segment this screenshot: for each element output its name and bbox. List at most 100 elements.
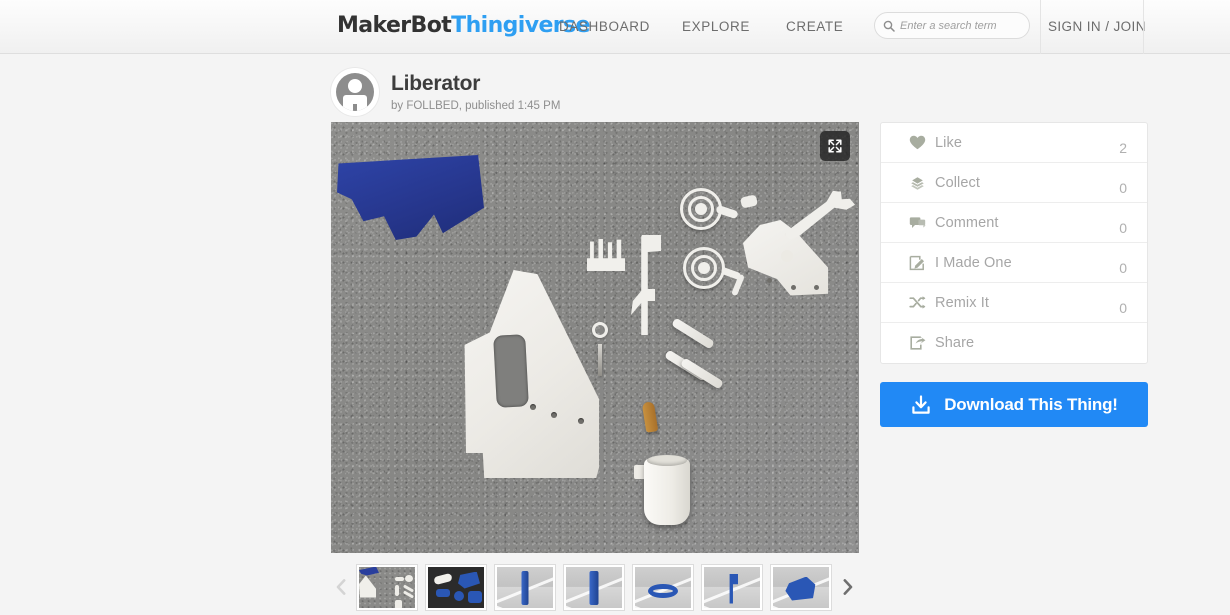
thing-actions-card: Like 2 Collect 0 Comment 0 I Made One 0 … xyxy=(880,122,1148,364)
gallery-prev-button[interactable] xyxy=(331,567,351,607)
thumb-blue-grip-shape xyxy=(359,566,379,576)
gallery-next-button[interactable] xyxy=(837,567,857,607)
action-remix-it[interactable]: Remix It 0 xyxy=(881,283,1147,323)
thumbnail-1[interactable] xyxy=(356,563,418,611)
action-like-label: Like xyxy=(935,134,962,151)
action-comment-count: 0 xyxy=(1119,219,1127,236)
action-remix-it-label: Remix It xyxy=(935,294,989,311)
share-icon xyxy=(909,335,929,351)
thumb-blue-cylinder xyxy=(589,570,599,605)
avatar-head xyxy=(348,79,362,93)
site-logo[interactable]: MakerBotThingiverse xyxy=(337,13,590,38)
action-share-label: Share xyxy=(935,335,975,351)
photo-frame-cutout xyxy=(493,334,529,408)
collection-icon xyxy=(909,175,929,190)
thumb-blue-grip xyxy=(785,576,816,601)
search-input[interactable] xyxy=(900,19,1022,32)
thumbnail-6-image xyxy=(704,566,760,608)
thumb-blue-disc xyxy=(454,590,464,601)
comment-icon xyxy=(909,215,929,230)
thumb-blue-ring xyxy=(648,583,678,598)
photo-body-hole xyxy=(791,285,796,290)
photo-ring-part xyxy=(592,322,608,338)
thumb-part-shape xyxy=(395,599,402,608)
main-thing-image[interactable] xyxy=(331,122,859,553)
signin-join-link[interactable]: SIGN IN / JOIN xyxy=(1048,19,1146,34)
action-imade-label-comment: Comment xyxy=(935,214,999,231)
thumb-blue-body xyxy=(458,571,480,589)
thumb-part-shape xyxy=(405,574,413,582)
action-like[interactable]: Like 2 xyxy=(881,123,1147,163)
page-title: Liberator xyxy=(391,72,481,95)
gallery-thumbnail-strip xyxy=(331,562,859,612)
title-text-block: Liberator by FOLLBED, published 1:45 PM xyxy=(391,72,560,112)
thumb-blue-part xyxy=(436,588,450,597)
action-i-made-one-count: 0 xyxy=(1119,259,1127,276)
action-i-made-one[interactable]: I Made One 0 xyxy=(881,243,1147,283)
nav-create[interactable]: CREATE xyxy=(786,19,843,34)
thumbnail-4[interactable] xyxy=(563,563,625,611)
download-this-thing-button[interactable]: Download This Thing! xyxy=(880,382,1148,427)
chevron-right-icon xyxy=(843,579,852,595)
chevron-left-icon xyxy=(336,579,345,595)
header-divider-left xyxy=(1040,0,1041,54)
action-collect-count: 0 xyxy=(1119,179,1127,196)
download-icon xyxy=(912,394,930,414)
pencil-square-icon xyxy=(909,255,929,271)
photo-pin-hole xyxy=(530,404,536,410)
thumb-blue-hook xyxy=(729,573,738,604)
search-icon xyxy=(883,20,895,32)
action-collect[interactable]: Collect 0 xyxy=(881,163,1147,203)
thumb-white-frame-shape xyxy=(359,575,376,598)
logo-makerbot: MakerBot xyxy=(337,13,452,38)
thing-byline: by FOLLBED, published 1:45 PM xyxy=(391,100,561,112)
thumb-blue-cylinder xyxy=(521,570,529,605)
thumbnail-2[interactable] xyxy=(425,563,487,611)
action-i-made-one-label: I Made One xyxy=(935,254,1012,271)
avatar-leg-gap xyxy=(353,104,357,111)
thumbnail-2-image xyxy=(428,566,484,608)
action-remix-it-count: 0 xyxy=(1119,299,1127,316)
heart-icon xyxy=(909,135,929,150)
photo-firing-pin xyxy=(598,344,602,376)
thumbnail-7[interactable] xyxy=(770,563,832,611)
thing-title-row: Liberator by FOLLBED, published 1:45 PM xyxy=(331,68,560,116)
thumbnail-4-image xyxy=(566,566,622,608)
photo-pin-hole xyxy=(551,412,557,418)
nav-dashboard[interactable]: DASHBOARD xyxy=(559,19,650,34)
photo-body-knob xyxy=(781,250,793,262)
thumbnail-1-image xyxy=(359,566,415,608)
thumb-blue-part xyxy=(468,590,482,603)
thumbnail-list xyxy=(356,563,832,611)
expand-fullscreen-button[interactable] xyxy=(820,131,850,161)
site-header: MakerBotThingiverse DASHBOARD EXPLORE CR… xyxy=(0,0,1230,54)
thumb-part-shape xyxy=(395,576,404,581)
photo-canister xyxy=(644,459,690,525)
search-box[interactable] xyxy=(874,12,1030,39)
fullscreen-expand-icon xyxy=(828,139,842,153)
thumbnail-3[interactable] xyxy=(494,563,556,611)
thumbnail-3-image xyxy=(497,566,553,608)
nav-explore[interactable]: EXPLORE xyxy=(682,19,750,34)
action-share[interactable]: Share xyxy=(881,323,1147,363)
header-divider-right xyxy=(1143,0,1144,54)
photo-canister-top xyxy=(647,455,687,466)
thumbnail-7-image xyxy=(773,566,829,608)
avatar-inner xyxy=(336,73,374,111)
photo-body-hole xyxy=(767,278,772,283)
photo-body-hole xyxy=(814,285,819,290)
thumb-part-shape xyxy=(395,584,399,596)
photo-pin-hole xyxy=(578,418,584,424)
thumbnail-5[interactable] xyxy=(632,563,694,611)
action-collect-label: Collect xyxy=(935,174,981,191)
download-button-label: Download This Thing! xyxy=(944,394,1118,414)
avatar[interactable] xyxy=(331,68,379,116)
thumbnail-6[interactable] xyxy=(701,563,763,611)
thumbnail-5-image xyxy=(635,566,691,608)
thumb-white-tube xyxy=(433,572,453,585)
shuffle-icon xyxy=(909,295,929,310)
photo-spiral-core xyxy=(695,203,707,215)
action-like-count: 2 xyxy=(1119,139,1127,156)
photo-spiral-core xyxy=(698,262,710,274)
action-comment[interactable]: Comment 0 xyxy=(881,203,1147,243)
